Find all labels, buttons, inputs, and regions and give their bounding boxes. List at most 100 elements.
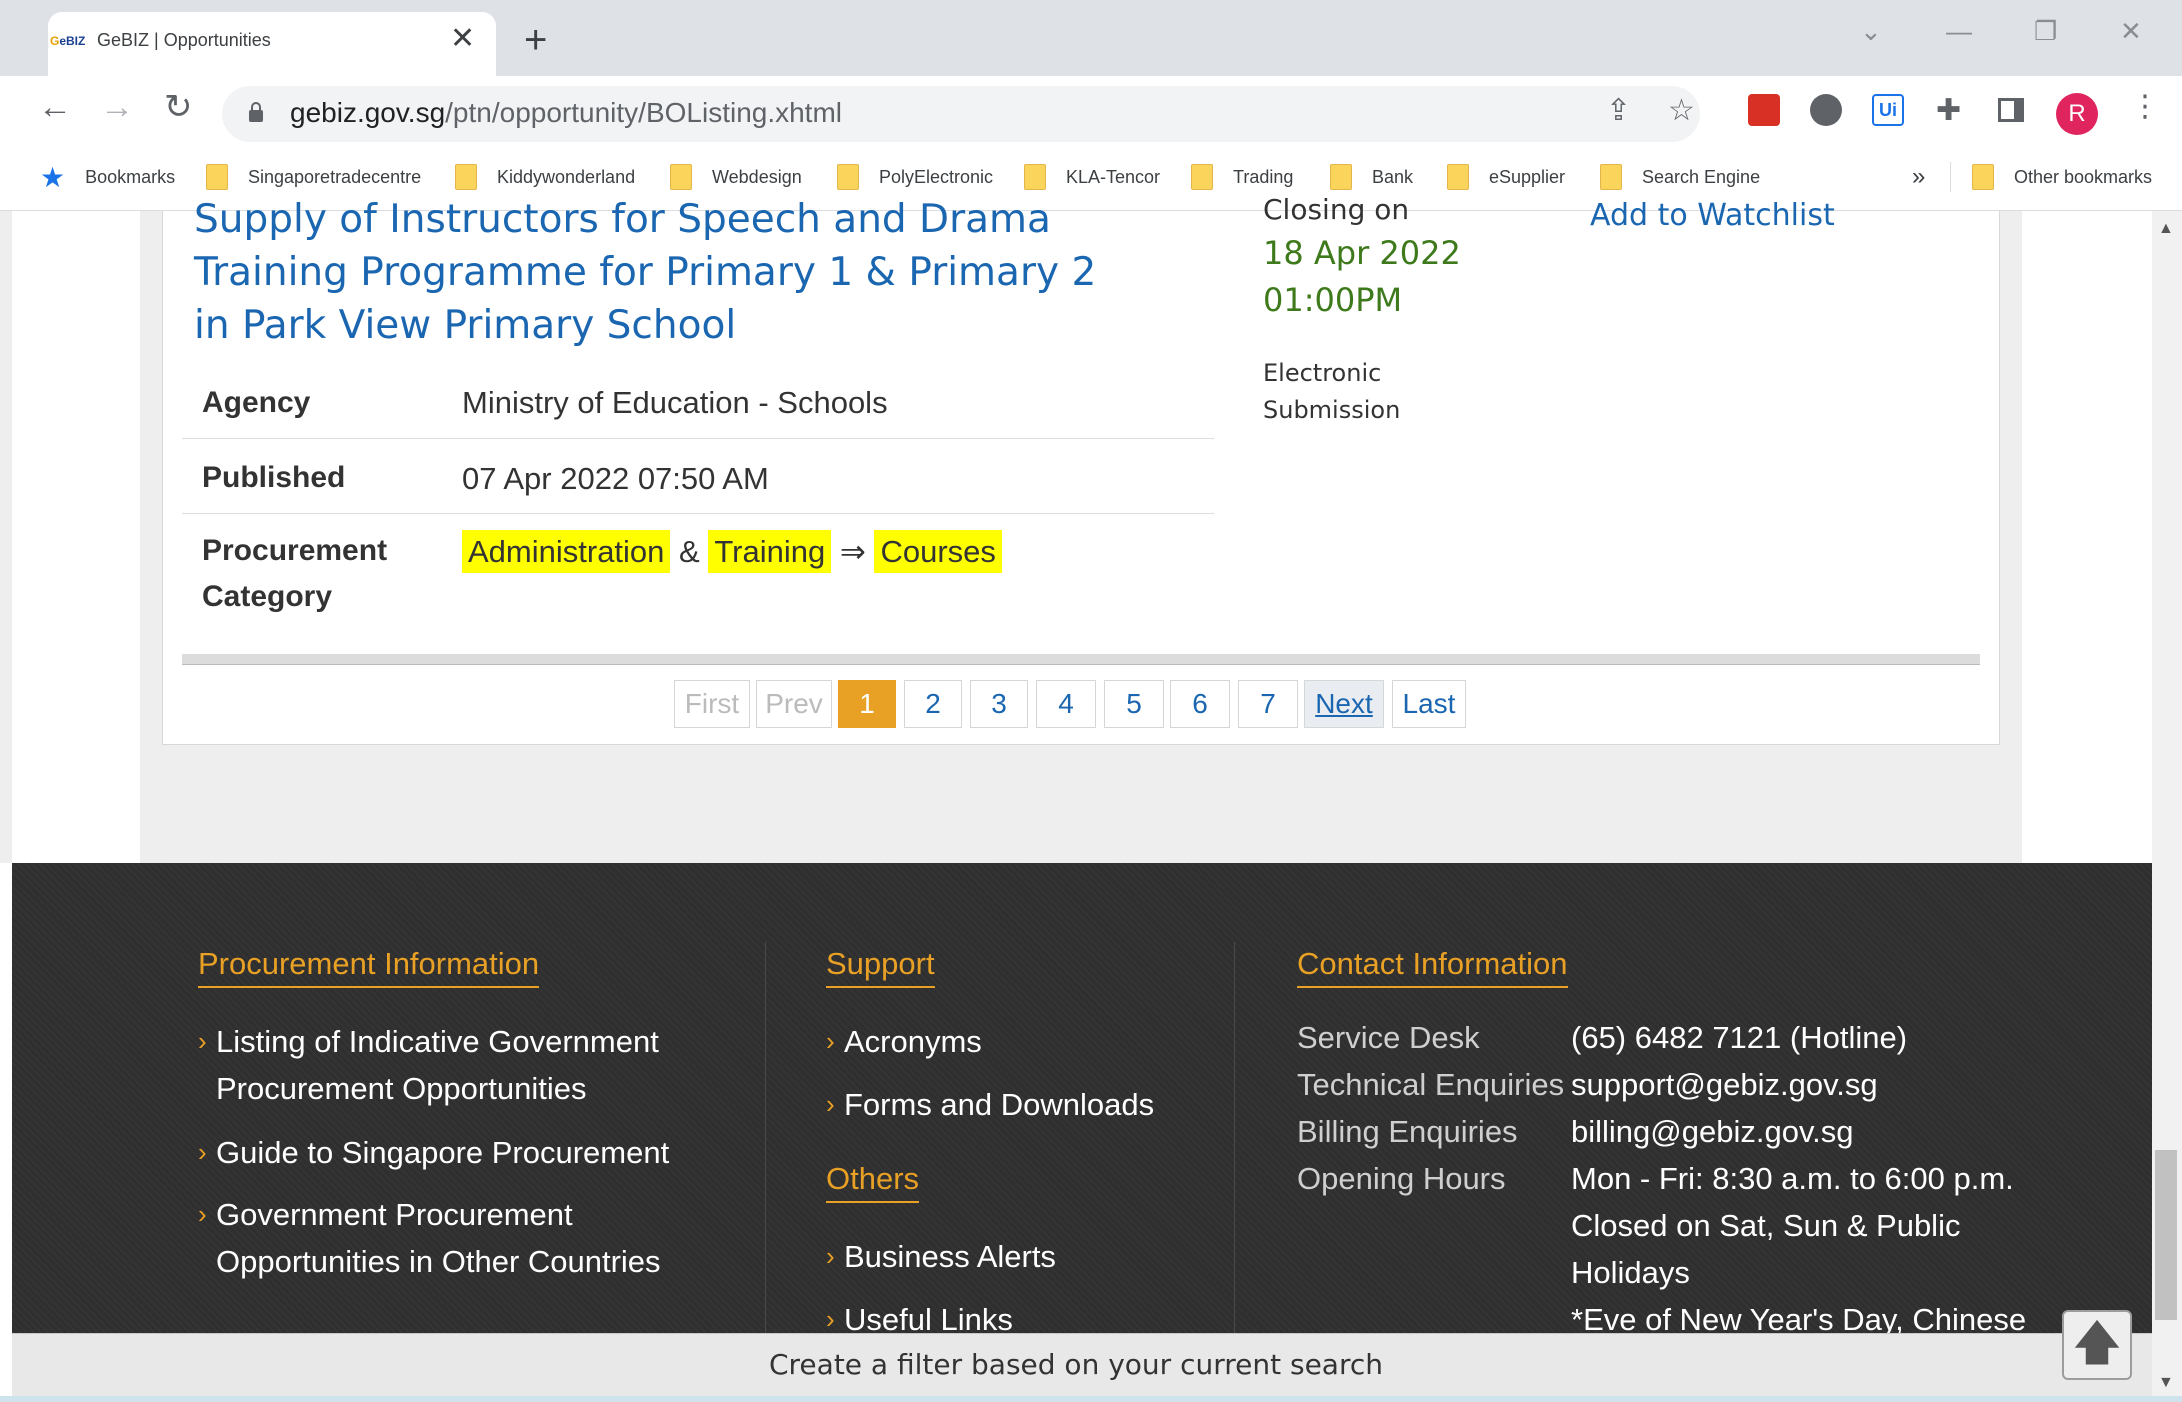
agency-value: Ministry of Education - Schools [462,385,888,420]
window-close-icon[interactable]: ✕ [2120,18,2142,44]
page-gutter [12,211,140,863]
bookmark-divider [1950,162,1951,192]
pagination-page[interactable]: 2 [904,680,962,728]
bottom-strip [0,1396,2182,1402]
folder-icon [1024,164,1046,190]
footer-link[interactable]: › Guide to Singapore Procurement [198,1129,669,1176]
contact-label: Technical Enquiries [1297,1067,1565,1102]
new-tab-icon[interactable]: + [524,20,547,60]
back-icon[interactable]: ← [38,90,72,124]
create-filter-link[interactable]: Create a filter based on your current se… [0,1348,2152,1381]
contact-label: Service Desk [1297,1020,1480,1055]
row-divider [182,513,1214,514]
folder-icon [1972,164,1994,190]
lock-icon[interactable] [248,101,264,123]
procurement-category: Administration & Training ⇒ Courses [462,529,1002,575]
scroll-up-icon[interactable]: ▲ [2158,220,2174,238]
profile-avatar[interactable]: R [2056,93,2098,135]
pagination-page[interactable]: 4 [1036,680,1096,728]
page-gutter [2022,211,2152,863]
side-panel-icon[interactable] [1998,98,2024,122]
chevron-right-icon: › [198,1026,207,1056]
chevron-right-icon: › [826,1026,835,1056]
row-divider [182,438,1214,439]
footer-divider [765,942,766,1333]
pagination-last[interactable]: Last [1392,680,1466,728]
pagination-prev[interactable]: Prev [756,680,832,728]
folder-icon [1330,164,1352,190]
minimize-icon[interactable]: — [1946,18,1972,44]
published-label: Published [202,461,346,494]
closing-date: 18 Apr 2022 01:00PM [1263,234,1461,319]
bookmarks-overflow-icon[interactable]: » [1912,162,1925,192]
pagination-page[interactable]: 6 [1170,680,1230,728]
footer-link[interactable]: › Government Procurement Opportunities i… [198,1191,661,1285]
bookmark-folder[interactable]: KLA-Tencor [1024,162,1160,192]
bookmark-star-icon[interactable]: ☆ [1668,96,1695,126]
add-to-watchlist-link[interactable]: Add to Watchlist [1590,198,1835,233]
pagination-next[interactable]: Next [1304,680,1384,728]
share-icon[interactable]: ⇪ [1606,96,1631,126]
folder-icon [1447,164,1469,190]
extension-icon[interactable] [1810,94,1842,126]
tab-close-icon[interactable]: ✕ [450,24,475,54]
footer-link[interactable]: › Listing of Indicative Government Procu… [198,1018,659,1112]
bookmark-folder[interactable]: Search Engine [1600,162,1760,192]
pagination-page[interactable]: 3 [970,680,1028,728]
footer-link[interactable]: › Forms and Downloads [826,1081,1154,1128]
folder-icon [1600,164,1622,190]
opening-hours-value: Mon - Fri: 8:30 a.m. to 6:00 p.m. Closed… [1571,1161,2027,1337]
pagination-page-current[interactable]: 1 [838,680,896,728]
scroll-to-top-arrow-icon[interactable]: 🡅 [2062,1310,2132,1380]
contact-email-link[interactable]: support@gebiz.gov.sg [1571,1061,1878,1108]
pagination-page[interactable]: 7 [1238,680,1298,728]
category-tag: Training [708,530,832,573]
arrow-icon: ⇒ [839,534,866,569]
other-bookmarks-folder[interactable]: Other bookmarks [1972,162,2152,192]
footer-heading-others: Others [826,1161,920,1203]
footer-heading-procurement: Procurement Information [198,946,540,988]
pagination-first[interactable]: First [674,680,750,728]
pagination-page[interactable]: 5 [1104,680,1164,728]
tab-search-icon[interactable]: ⌄ [1860,18,1882,44]
category-tag: Courses [874,530,1002,573]
tab-title: GeBIZ | Opportunities [97,30,271,50]
category-tag: Administration [462,530,671,573]
footer-link[interactable]: › Business Alerts [826,1233,1056,1280]
bookmark-folder[interactable]: eSupplier [1447,162,1565,192]
opportunity-title-link[interactable]: Supply of Instructors for Speech and Dra… [194,193,1124,352]
agency-label: Agency [202,386,311,419]
extensions-puzzle-icon[interactable]: ✚ [1936,96,1961,126]
footer-link[interactable]: › Acronyms [826,1018,982,1065]
pdf-extension-icon[interactable] [1748,94,1780,126]
bookmark-folder[interactable]: Kiddywonderland [455,162,635,192]
bookmark-folder[interactable]: Bank [1330,162,1413,192]
bookmark-item[interactable]: ★ Bookmarks [40,161,175,193]
browser-menu-icon[interactable]: ⋮ [2130,92,2160,122]
contact-email-link[interactable]: billing@gebiz.gov.sg [1571,1108,1854,1155]
folder-icon [206,164,228,190]
star-icon: ★ [40,161,66,193]
scroll-down-icon[interactable]: ▼ [2158,1374,2174,1392]
bookmark-folder[interactable]: PolyElectronic [837,162,993,192]
footer-divider [1234,942,1235,1333]
bookmark-folder[interactable]: Webdesign [670,162,802,192]
uipath-extension-icon[interactable]: Ui [1872,94,1904,126]
contact-label: Opening Hours [1297,1161,1506,1196]
closing-label: Closing on [1263,193,1410,226]
contact-label: Billing Enquiries [1297,1114,1518,1149]
published-value: 07 Apr 2022 07:50 AM [462,461,769,496]
footer-heading-contact: Contact Information [1297,946,1568,988]
folder-icon [455,164,477,190]
folder-icon [837,164,859,190]
folder-icon [1191,164,1213,190]
reload-icon[interactable]: ↻ [164,90,193,124]
url-text[interactable]: gebiz.gov.sg/ptn/opportunity/BOListing.x… [290,97,842,129]
bookmark-folder[interactable]: Singaporetradecentre [206,162,421,192]
restore-icon[interactable]: ❐ [2034,18,2057,44]
scrollbar-thumb[interactable] [2155,1150,2177,1320]
bookmark-folder[interactable]: Trading [1191,162,1293,192]
chevron-right-icon: › [826,1089,835,1119]
category-label: Procurement Category [202,534,388,613]
forward-icon[interactable]: → [100,90,134,124]
